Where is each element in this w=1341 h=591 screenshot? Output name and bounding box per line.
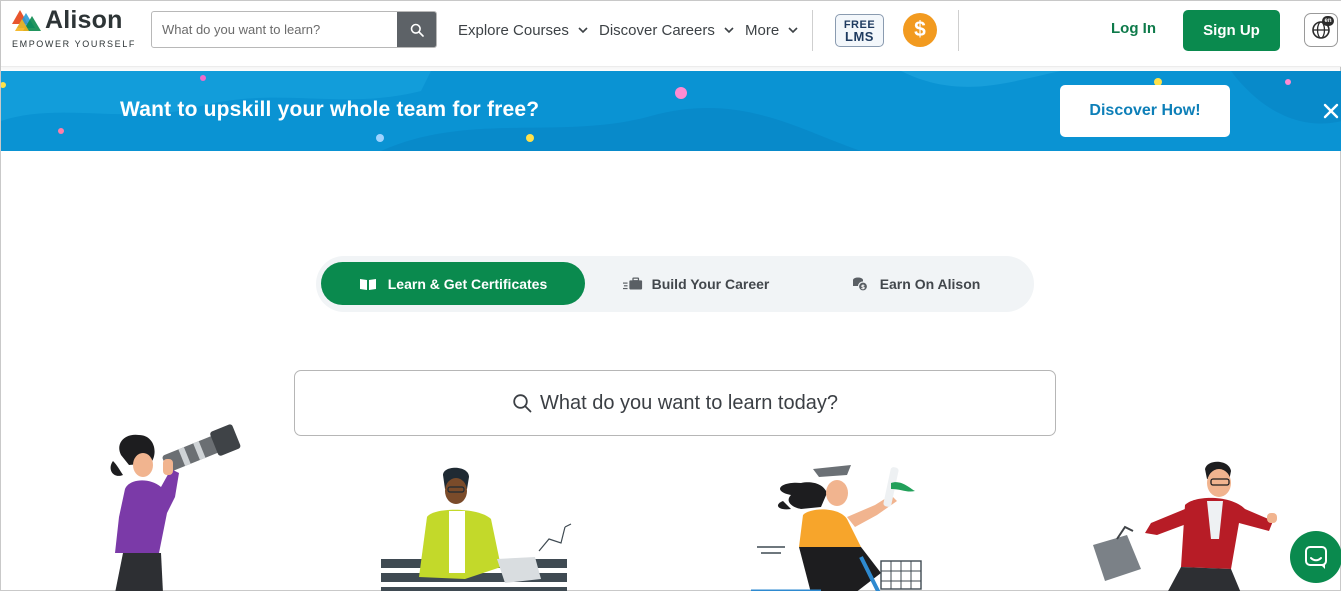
close-icon[interactable] [1321, 101, 1341, 121]
chat-widget-button[interactable] [1290, 531, 1341, 583]
logo-wordmark: Alison [45, 6, 123, 34]
header-divider [812, 10, 813, 51]
search-icon [410, 23, 424, 37]
hero-tab-switcher: Learn & Get Certificates Build Your Care… [316, 256, 1034, 312]
nav-explore-courses[interactable]: Explore Courses [458, 20, 589, 40]
nav-more-label: More [745, 21, 780, 39]
nav-discover-careers-label: Discover Careers [599, 21, 715, 39]
free-lms-line2: LMS [845, 28, 874, 44]
main-search-input[interactable]: What do you want to learn today? [294, 370, 1056, 436]
login-link[interactable]: Log In [1111, 20, 1156, 37]
header-search-button[interactable] [397, 12, 436, 47]
alison-logo-mark-icon [12, 10, 41, 31]
alison-logo[interactable]: Alison EMPOWER YOURSELF [11, 6, 136, 51]
tab-career-label: Build Your Career [651, 275, 770, 292]
woman-telescope-illustration [110, 424, 241, 591]
chevron-down-icon [578, 27, 588, 34]
chat-icon [1305, 546, 1327, 569]
language-selector[interactable]: en [1304, 13, 1338, 47]
tab-learn-get-certificates[interactable]: Learn & Get Certificates [321, 262, 585, 305]
discover-how-button[interactable]: Discover How! [1060, 85, 1230, 137]
tab-earn-on-alison[interactable]: $ Earn On Alison [849, 262, 982, 305]
chevron-down-icon [724, 27, 734, 34]
main-search-placeholder: What do you want to learn today? [540, 391, 838, 414]
nav-more[interactable]: More [745, 20, 799, 40]
svg-text:$: $ [861, 284, 865, 291]
tab-learn-label: Learn & Get Certificates [387, 275, 548, 292]
woman-bicycle-illustration [751, 465, 922, 591]
nav-discover-careers[interactable]: Discover Careers [599, 20, 735, 40]
promo-banner: Want to upskill your whole team for free… [1, 71, 1341, 151]
tab-build-your-career[interactable]: Build Your Career [616, 262, 776, 305]
language-badge: en [1322, 16, 1334, 26]
search-icon [513, 394, 532, 413]
man-laptop-illustration [381, 467, 572, 591]
header-search-box [151, 11, 437, 48]
dollar-coin-icon[interactable]: $ [903, 13, 937, 47]
briefcase-icon [622, 276, 643, 292]
tab-earn-label: Earn On Alison [879, 275, 981, 292]
header-divider [958, 10, 959, 51]
coins-icon: $ [851, 276, 871, 292]
man-running-illustration [1093, 461, 1277, 591]
free-lms-button[interactable]: FREE LMS [835, 14, 884, 47]
chevron-down-icon [788, 27, 798, 34]
logo-tagline: EMPOWER YOURSELF [12, 39, 136, 49]
nav-explore-courses-label: Explore Courses [458, 21, 569, 39]
coin-symbol: $ [914, 18, 926, 41]
site-header: Alison EMPOWER YOURSELF Explore Courses … [1, 1, 1341, 67]
banner-headline: Want to upskill your whole team for free… [120, 98, 540, 121]
header-search-input[interactable] [152, 12, 398, 47]
open-book-icon [359, 276, 379, 292]
signup-button[interactable]: Sign Up [1183, 10, 1280, 51]
